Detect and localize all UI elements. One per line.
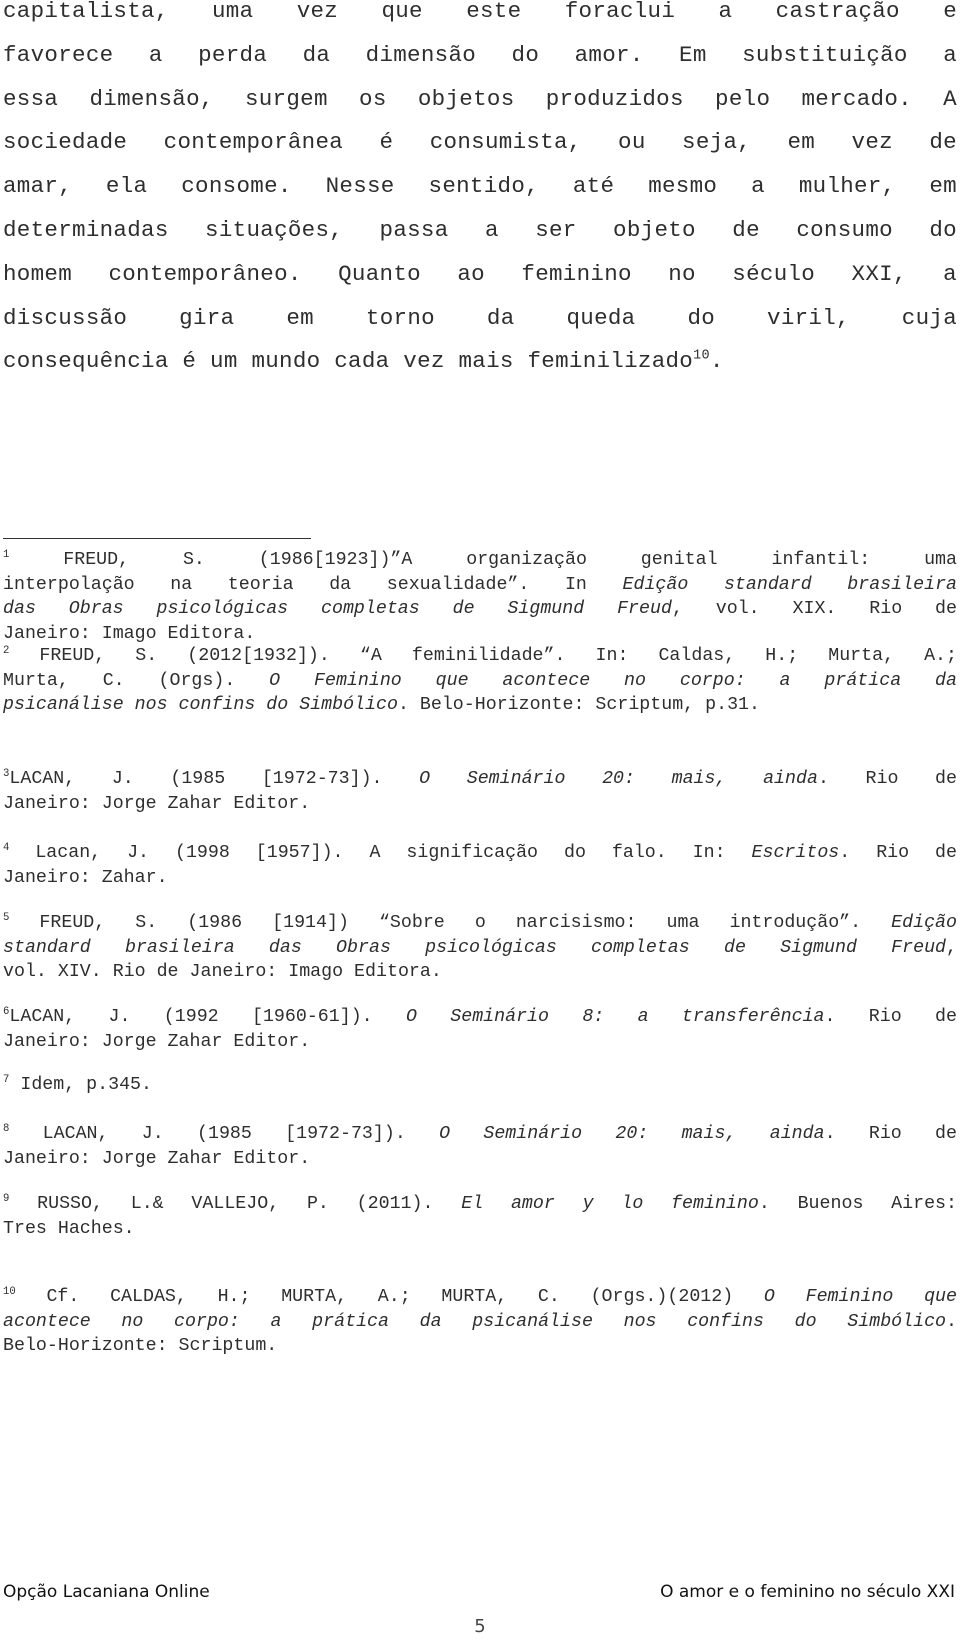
footnote-line: Janeiro: Imago Editora.: [3, 622, 957, 647]
footnote-title: O Feminino que: [763, 1287, 958, 1307]
footnote-text: . Rio de: [824, 1007, 957, 1027]
footnote-text: Murta, C. (Orgs).: [3, 670, 270, 691]
footnote: 9 RUSSO, L.& VALLEJO, P. (2011). El amor…: [3, 1192, 957, 1241]
footnote-line: vol. XIV. Rio de Janeiro: Imago Editora.: [3, 960, 957, 985]
footer-journal-name: Opção Lacaniana Online: [3, 1582, 210, 1602]
footnote-reference[interactable]: 10: [693, 349, 710, 364]
footnote-title: O Seminário 20: mais, ainda: [419, 769, 818, 789]
footnote-title: O Seminário 20: mais, ainda: [439, 1124, 825, 1144]
footnote-separator: [3, 538, 311, 539]
body-line: capitalista, uma vez que este foraclui a…: [3, 0, 957, 24]
footnote-text: . Rio de: [839, 843, 957, 863]
body-line: sociedade contemporânea é consumista, ou…: [3, 129, 957, 156]
footnote: 4 Lacan, J. (1998 [1957]). A significaçã…: [3, 841, 957, 890]
footnote-text: RUSSO, L.& VALLEJO, P. (2011).: [9, 1194, 462, 1214]
footnote-title: standard brasileira das Obras psicológic…: [3, 937, 947, 958]
footnote-text: Lacan, J. (1998 [1957]). A significação …: [9, 843, 752, 863]
footnote-title: das Obras psicológicas completas de Sigm…: [3, 599, 672, 620]
footnote-text: FREUD, S. (2012[1932]). “A feminilidade”…: [9, 646, 957, 666]
body-line: determinadas situações, passa a ser obje…: [3, 216, 957, 243]
footnote-text: Cf. CALDAS, H.; MURTA, A.; MURTA, C. (Or…: [15, 1287, 764, 1307]
footnote-text: LACAN, J. (1985 [1972-73]).: [9, 769, 420, 789]
footnote-line: 1 FREUD, S. (1986[1923])”A organização g…: [3, 548, 957, 573]
footnote-line: Murta, C. (Orgs). O Feminino que acontec…: [3, 669, 957, 694]
footnote-title: Edição standard brasileira: [622, 574, 958, 595]
footnote-text: Belo-Horizonte: Scriptum.: [3, 1336, 278, 1357]
footnote-text: Janeiro: Jorge Zahar Editor.: [3, 1031, 311, 1052]
footnote-title: O Seminário 8: a transferência: [405, 1007, 825, 1027]
footnote-title: psicanálise nos confins do Simbólico: [3, 695, 398, 716]
footnote-line: Tres Haches.: [3, 1217, 957, 1242]
footnote-text: . Buenos Aires:: [758, 1194, 958, 1214]
footnote: 1 FREUD, S. (1986[1923])”A organização g…: [3, 548, 957, 646]
footnote-text: vol. XIV. Rio de Janeiro: Imago Editora.: [3, 962, 442, 983]
footnote-text: , vol. XIX. Rio de: [671, 599, 957, 620]
body-line-last: consequência é um mundo cada vez mais fe…: [3, 340, 957, 384]
footnote-text: Janeiro: Jorge Zahar Editor.: [3, 1148, 311, 1169]
footnote-text: LACAN, J. (1985 [1972-73]).: [9, 1124, 440, 1144]
footnote: 5 FREUD, S. (1986 [1914]) “Sobre o narci…: [3, 911, 957, 985]
footnote-text: Janeiro: Jorge Zahar Editor.: [3, 793, 311, 814]
footnote-title: O Feminino que acontece no corpo: a prát…: [269, 670, 957, 691]
body-paragraph: capitalista, uma vez que este foraclui a…: [3, 0, 957, 384]
body-line: discussão gira em torno da queda do viri…: [3, 304, 957, 331]
footnote-line: 9 RUSSO, L.& VALLEJO, P. (2011). El amor…: [3, 1192, 957, 1217]
footnote-text: . Rio de: [817, 769, 957, 789]
footnote-title: El amor y lo feminino: [461, 1194, 759, 1214]
footnote-line: 7 Idem, p.345.: [3, 1073, 957, 1098]
footnote-text: . Belo-Horizonte: Scriptum, p.31.: [397, 695, 760, 716]
footnote-line: 3LACAN, J. (1985 [1972-73]). O Seminário…: [3, 767, 957, 792]
body-line: essa dimensão, surgem os objetos produzi…: [3, 85, 957, 112]
footnote: 3LACAN, J. (1985 [1972-73]). O Seminário…: [3, 767, 957, 816]
footnote-text: Tres Haches.: [3, 1218, 135, 1239]
footnote: 2 FREUD, S. (2012[1932]). “A feminilidad…: [3, 644, 957, 718]
footnote: 10 Cf. CALDAS, H.; MURTA, A.; MURTA, C. …: [3, 1285, 957, 1359]
footnote-line: acontece no corpo: a prática da psicanál…: [3, 1310, 957, 1335]
footnote-text: FREUD, S. (1986 [1914]) “Sobre o narcisi…: [9, 913, 892, 933]
footnote-line: 2 FREUD, S. (2012[1932]). “A feminilidad…: [3, 644, 957, 669]
body-line: favorece a perda da dimensão do amor. Em…: [3, 41, 957, 68]
footnote-line: das Obras psicológicas completas de Sigm…: [3, 597, 957, 622]
footnote: 6LACAN, J. (1992 [1960-61]). O Seminário…: [3, 1005, 957, 1054]
body-line: amar, ela consome. Nesse sentido, até me…: [3, 173, 957, 200]
body-line-text: consequência é um mundo cada vez mais fe…: [3, 348, 694, 375]
footnote-text: Janeiro: Zahar.: [3, 867, 168, 888]
footnote-line: Janeiro: Jorge Zahar Editor.: [3, 792, 957, 817]
footnote-text: .: [946, 1311, 957, 1332]
footnote-line: Belo-Horizonte: Scriptum.: [3, 1334, 957, 1359]
footnote-line: Janeiro: Jorge Zahar Editor.: [3, 1147, 957, 1172]
footnote-line: Janeiro: Zahar.: [3, 866, 957, 891]
footnote-line: 8 LACAN, J. (1985 [1972-73]). O Seminári…: [3, 1122, 957, 1147]
footnote-text: interpolação na teoria da sexualidade”. …: [3, 574, 623, 595]
footnote-text: ,: [946, 937, 957, 958]
footnote-line: 4 Lacan, J. (1998 [1957]). A significaçã…: [3, 841, 957, 866]
footnote-line: interpolação na teoria da sexualidade”. …: [3, 573, 957, 598]
footnote-line: 5 FREUD, S. (1986 [1914]) “Sobre o narci…: [3, 911, 957, 936]
footnote-line: psicanálise nos confins do Simbólico. Be…: [3, 693, 957, 718]
footnote-text: Idem, p.345.: [9, 1075, 152, 1095]
footnote-text: . Rio de: [824, 1124, 957, 1144]
footnote-line: 10 Cf. CALDAS, H.; MURTA, A.; MURTA, C. …: [3, 1285, 957, 1310]
footnote-title: Escritos: [751, 843, 840, 863]
footnote-line: Janeiro: Jorge Zahar Editor.: [3, 1030, 957, 1055]
footnote: 8 LACAN, J. (1985 [1972-73]). O Seminári…: [3, 1122, 957, 1171]
footnote-text: Janeiro: Imago Editora.: [3, 623, 256, 644]
page-number: 5: [474, 1616, 486, 1637]
body-line: homem contemporâneo. Quanto ao feminino …: [3, 260, 957, 287]
footnote-number: 10: [3, 1285, 16, 1298]
body-line-end: .: [709, 348, 724, 375]
footnote-line: 6LACAN, J. (1992 [1960-61]). O Seminário…: [3, 1005, 957, 1030]
footnote-text: FREUD, S. (1986[1923])”A organização gen…: [9, 550, 957, 570]
footnote-text: LACAN, J. (1992 [1960-61]).: [9, 1007, 406, 1027]
footnote-line: standard brasileira das Obras psicológic…: [3, 936, 957, 961]
footnote-title: acontece no corpo: a prática da psicanál…: [3, 1311, 947, 1332]
footnote: 7 Idem, p.345.: [3, 1073, 957, 1098]
footnote-title: Edição: [891, 913, 957, 933]
footer-article-title: O amor e o feminino no século XXI: [660, 1582, 955, 1602]
